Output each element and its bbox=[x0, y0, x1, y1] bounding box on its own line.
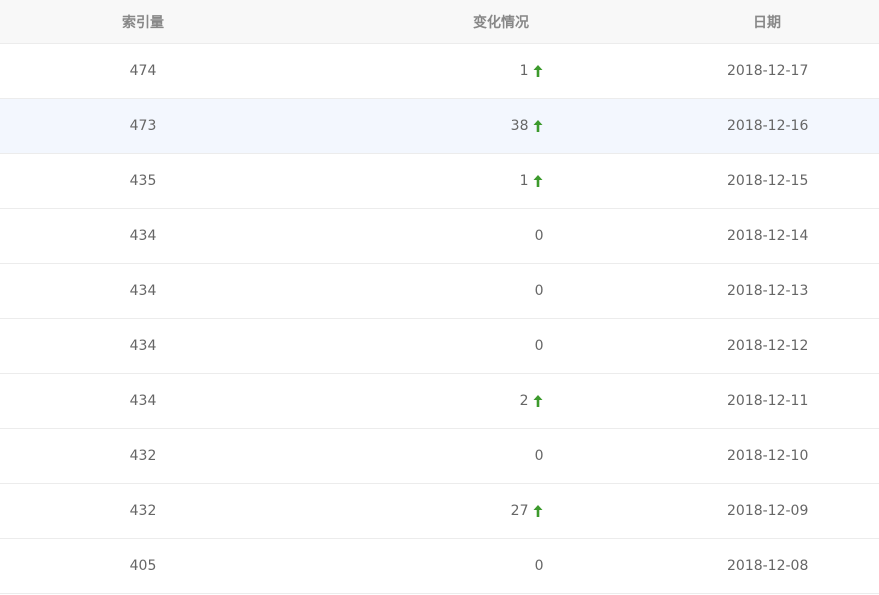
change-value: 0 bbox=[534, 448, 544, 464]
index-value: 434 bbox=[129, 228, 157, 244]
arrow-up-icon bbox=[532, 504, 544, 518]
change-value: 2 bbox=[519, 393, 529, 409]
change-cell: 0 bbox=[286, 558, 716, 574]
table-row: 432 27 2018-12-09 bbox=[0, 484, 879, 539]
index-value: 434 bbox=[129, 283, 157, 299]
index-value: 434 bbox=[129, 393, 157, 409]
date-value: 2018-12-13 bbox=[727, 283, 809, 299]
date-value: 2018-12-12 bbox=[727, 338, 809, 354]
table-row: 434 0 2018-12-13 bbox=[0, 264, 879, 319]
index-value: 434 bbox=[129, 338, 157, 354]
change-cell: 0 bbox=[286, 283, 716, 299]
change-value: 38 bbox=[510, 118, 529, 134]
table-row: 474 1 2018-12-17 bbox=[0, 44, 879, 99]
change-value: 0 bbox=[534, 338, 544, 354]
change-cell: 1 bbox=[286, 63, 716, 79]
change-value: 1 bbox=[519, 63, 529, 79]
date-value: 2018-12-16 bbox=[727, 118, 809, 134]
change-cell: 0 bbox=[286, 228, 716, 244]
index-value: 405 bbox=[129, 558, 157, 574]
index-value: 432 bbox=[129, 503, 157, 519]
header-change: 变化情况 bbox=[286, 12, 716, 32]
table-row: 435 1 2018-12-15 bbox=[0, 154, 879, 209]
header-index: 索引量 bbox=[122, 14, 164, 31]
table-row: 473 38 2018-12-16 bbox=[0, 99, 879, 154]
index-value: 432 bbox=[129, 448, 157, 464]
change-value: 1 bbox=[519, 173, 529, 189]
date-value: 2018-12-11 bbox=[727, 393, 809, 409]
change-cell: 0 bbox=[286, 448, 716, 464]
date-value: 2018-12-08 bbox=[727, 558, 809, 574]
table-row: 434 0 2018-12-12 bbox=[0, 319, 879, 374]
date-value: 2018-12-15 bbox=[727, 173, 809, 189]
arrow-up-icon bbox=[532, 64, 544, 78]
change-value: 27 bbox=[510, 503, 529, 519]
date-value: 2018-12-10 bbox=[727, 448, 809, 464]
change-cell: 27 bbox=[286, 503, 716, 519]
arrow-up-icon bbox=[532, 394, 544, 408]
change-cell: 2 bbox=[286, 393, 716, 409]
header-change-label: 变化情况 bbox=[473, 14, 529, 31]
index-value: 435 bbox=[129, 173, 157, 189]
table-row: 434 2 2018-12-11 bbox=[0, 374, 879, 429]
table-row: 432 0 2018-12-10 bbox=[0, 429, 879, 484]
index-value: 474 bbox=[129, 63, 157, 79]
date-value: 2018-12-14 bbox=[727, 228, 809, 244]
table-row: 434 0 2018-12-14 bbox=[0, 209, 879, 264]
header-date: 日期 bbox=[716, 12, 879, 32]
table-row: 405 0 2018-12-08 bbox=[0, 539, 879, 594]
change-cell: 0 bbox=[286, 338, 716, 354]
table-header: 索引量 变化情况 日期 bbox=[0, 0, 879, 44]
change-cell: 38 bbox=[286, 118, 716, 134]
arrow-up-icon bbox=[532, 119, 544, 133]
index-table: 索引量 变化情况 日期 474 1 2018-12-17 473 38 2018… bbox=[0, 0, 879, 595]
change-value: 0 bbox=[534, 228, 544, 244]
date-value: 2018-12-09 bbox=[727, 503, 809, 519]
header-date-label: 日期 bbox=[753, 14, 781, 31]
change-value: 0 bbox=[534, 558, 544, 574]
arrow-up-icon bbox=[532, 174, 544, 188]
date-value: 2018-12-17 bbox=[727, 63, 809, 79]
index-value: 473 bbox=[129, 118, 157, 134]
change-value: 0 bbox=[534, 283, 544, 299]
change-cell: 1 bbox=[286, 173, 716, 189]
